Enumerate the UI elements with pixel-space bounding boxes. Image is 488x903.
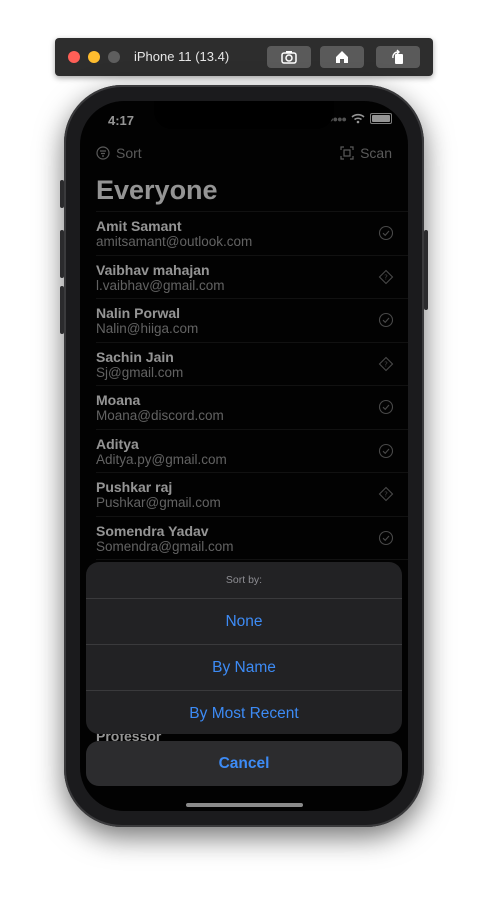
minimize-window-button[interactable] [88,51,100,63]
notch [154,101,334,129]
close-window-button[interactable] [68,51,80,63]
sort-option-none[interactable]: None [86,599,402,645]
sort-action-sheet: Sort by: None By Name By Most Recent [86,562,402,734]
rotate-icon [392,49,403,64]
mute-switch [60,180,64,208]
screenshot-icon [281,51,297,64]
home-icon [336,51,348,63]
volume-down-button [60,286,64,334]
home-indicator [186,803,303,807]
home-button[interactable] [320,46,364,68]
zoom-window-button[interactable] [108,51,120,63]
sort-option-by-most-recent[interactable]: By Most Recent [86,691,402,734]
rotate-button[interactable] [376,46,420,68]
action-sheet-title: Sort by: [86,562,402,599]
power-button [424,230,428,310]
cancel-button[interactable]: Cancel [86,741,402,786]
sort-option-by-name[interactable]: By Name [86,645,402,691]
device-screen: 4:17 ●●●● Sort Scan Everyone Amit Samant… [80,101,408,811]
screenshot-button[interactable] [267,46,311,68]
simulator-toolbar: iPhone 11 (13.4) [55,38,433,76]
simulator-title: iPhone 11 (13.4) [134,49,230,64]
volume-up-button [60,230,64,278]
